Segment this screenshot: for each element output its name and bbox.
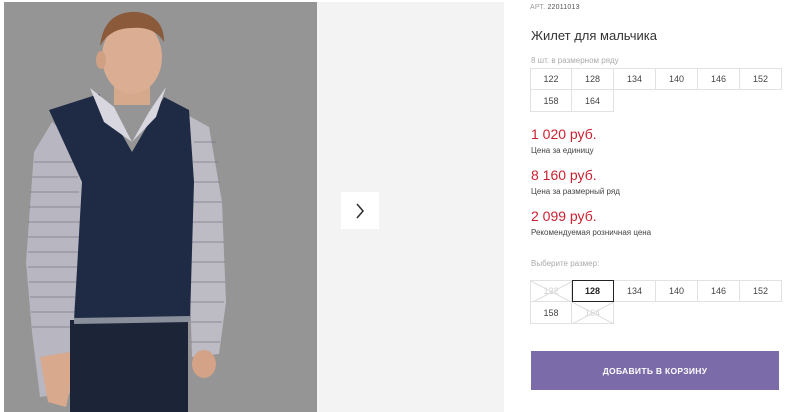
add-to-cart-button[interactable]: ДОБАВИТЬ В КОРЗИНУ [531, 351, 779, 390]
unavailable-cross-icon [572, 302, 614, 324]
sku-label: АРТ. [530, 4, 546, 11]
product-title: Жилет для мальчика [531, 28, 657, 43]
size-option-label: 146 [710, 286, 727, 296]
pack-price: 8 160 руб. [531, 167, 597, 183]
size-pack-cell: 134 [614, 68, 656, 90]
size-option[interactable]: 152 [740, 280, 782, 302]
choose-size-label: Выберите размер: [531, 259, 600, 268]
size-pack-cell: 128 [572, 68, 614, 90]
size-pack-cell: 122 [530, 68, 572, 90]
size-pack-cell: 140 [656, 68, 698, 90]
size-option-label: 140 [668, 286, 685, 296]
sku-value: 22011013 [547, 4, 580, 11]
size-option[interactable]: 158 [530, 302, 572, 324]
boy-in-vest-illustration [4, 2, 317, 412]
size-option[interactable]: 134 [614, 280, 656, 302]
product-photo[interactable] [4, 2, 317, 412]
next-photo-button[interactable] [341, 192, 379, 229]
size-selector: 122 128 134 140 146 152 158 164 [530, 280, 782, 324]
size-option[interactable]: 140 [656, 280, 698, 302]
size-option: 164 [572, 302, 614, 324]
pack-price-note: Цена за размерный ряд [531, 187, 620, 196]
size-option[interactable]: 146 [698, 280, 740, 302]
size-pack-cell: 152 [740, 68, 782, 90]
size-option-label: 128 [584, 286, 601, 296]
unit-price: 1 020 руб. [531, 126, 597, 142]
retail-price: 2 099 руб. [531, 208, 597, 224]
size-option: 122 [530, 280, 573, 303]
size-pack-cell: 158 [530, 90, 572, 112]
chevron-right-icon [356, 202, 365, 219]
size-pack-cell: 146 [698, 68, 740, 90]
product-sku: АРТ. 22011013 [530, 4, 580, 11]
size-option-label: 134 [626, 286, 643, 296]
size-pack-grid: 122 128 134 140 146 152 158 164 [530, 68, 782, 112]
size-pack-cell: 164 [572, 90, 614, 112]
retail-price-note: Рекомендуемая розничная цена [531, 228, 652, 237]
unavailable-cross-icon [531, 281, 573, 303]
product-gallery [0, 0, 504, 412]
size-pack-label: 8 шт. в размерном ряду [531, 56, 619, 65]
size-option-label: 158 [543, 307, 559, 318]
size-option[interactable]: 128 [572, 280, 614, 302]
unit-price-note: Цена за единицу [531, 146, 594, 155]
size-option-label: 152 [752, 286, 769, 296]
